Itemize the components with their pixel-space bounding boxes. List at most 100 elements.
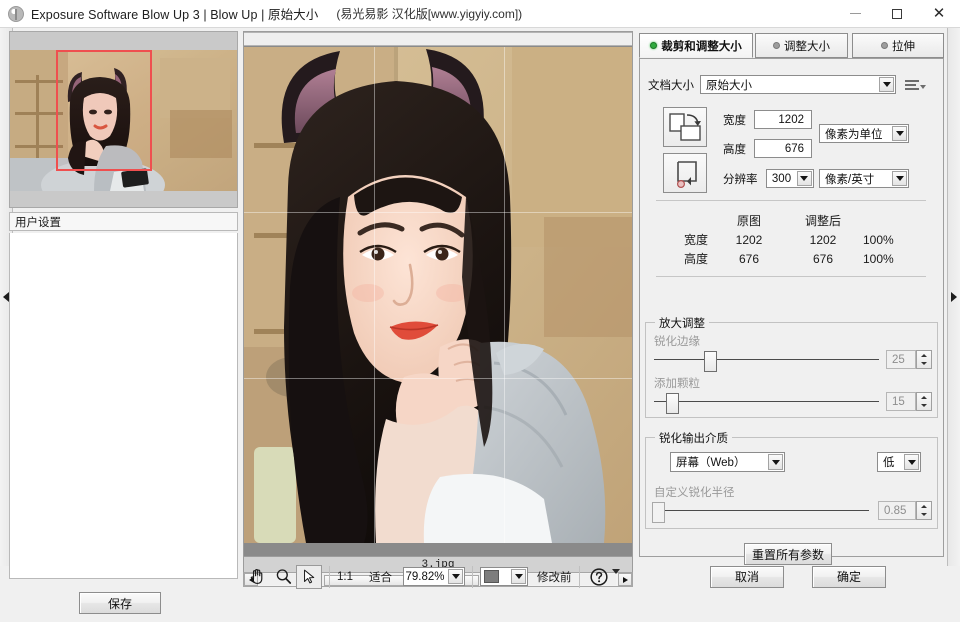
custom-radius-stepper[interactable] <box>916 501 932 520</box>
ok-button[interactable]: 确定 <box>812 565 886 588</box>
stepper-up-button[interactable] <box>917 351 931 360</box>
canvas-top-scrollbar[interactable] <box>244 32 632 46</box>
resolution-row: 分辨率 300 <box>723 169 814 188</box>
divider-1 <box>656 200 926 201</box>
toolbar-divider-3 <box>578 565 580 588</box>
chevron-down-icon[interactable] <box>892 126 907 141</box>
fit-button[interactable]: 适合 <box>369 569 392 585</box>
zoom-tool-button[interactable] <box>270 565 296 589</box>
hand-tool-button[interactable] <box>244 565 270 589</box>
slider-knob[interactable] <box>704 351 717 372</box>
sharpen-amount-combo[interactable]: 低 <box>877 452 921 472</box>
swap-orientation-button[interactable] <box>663 107 707 147</box>
hand-tool-icon <box>250 569 262 585</box>
document-size-menu-button[interactable] <box>905 79 926 90</box>
pointer-tool-button[interactable] <box>296 564 322 589</box>
panel-body: 文档大小 原始大小 宽度 1202 高度 676 像素为单位 分辨率 300 像… <box>639 58 944 565</box>
chevron-down-icon[interactable] <box>904 454 919 470</box>
resolution-unit-value: 像素/英寸 <box>825 173 875 186</box>
resolution-value: 300 <box>771 172 792 185</box>
minimize-button[interactable] <box>834 0 876 28</box>
chevron-down-icon[interactable] <box>796 171 812 186</box>
sharpen-edges-value: 25 <box>892 353 905 366</box>
enlarge-adjust-title: 放大调整 <box>655 315 709 331</box>
crop-guide-vertical-1 <box>374 47 375 543</box>
add-grain-value: 15 <box>892 395 905 408</box>
sharpen-edges-slider[interactable] <box>654 351 879 372</box>
help-button[interactable] <box>587 565 611 589</box>
bottom-toolbar: 1:1 适合 79.82% 修改前 <box>240 559 636 594</box>
save-button[interactable]: 保存 <box>79 592 161 614</box>
one-to-one-button[interactable]: 1:1 <box>337 571 353 583</box>
stepper-down-button[interactable] <box>917 360 931 369</box>
custom-radius-input[interactable]: 0.85 <box>878 501 916 520</box>
cancel-button[interactable]: 取消 <box>710 565 784 588</box>
crop-guide-vertical-2 <box>504 47 505 543</box>
height-label: 高度 <box>723 143 746 156</box>
slider-knob[interactable] <box>652 502 665 523</box>
output-medium-combo[interactable]: 屏幕（Web） <box>670 452 785 472</box>
row-height-percent: 100% <box>863 251 894 266</box>
document-size-combo[interactable]: 原始大小 <box>700 75 896 94</box>
toolbar-divider-2 <box>472 565 473 588</box>
slider-track <box>654 401 879 402</box>
chevron-down-icon[interactable] <box>448 569 463 584</box>
chevron-down-icon[interactable] <box>511 569 526 584</box>
sharpen-edges-input[interactable]: 25 <box>886 350 916 369</box>
height-row: 高度 676 <box>723 139 812 158</box>
tab-crop-and-resize[interactable]: 裁剪和调整大小 <box>639 33 753 58</box>
presets-list[interactable] <box>9 233 238 579</box>
chevron-down-icon[interactable] <box>768 454 783 470</box>
size-unit-combo[interactable]: 像素为单位 <box>819 124 909 143</box>
thumbnail-preview[interactable] <box>9 31 238 208</box>
chevron-down-icon[interactable] <box>879 77 894 92</box>
add-grain-slider[interactable] <box>654 393 879 414</box>
constrain-proportions-button[interactable] <box>663 153 707 193</box>
width-row: 宽度 1202 <box>723 110 812 129</box>
col-resized-header: 调整后 <box>804 214 841 228</box>
slider-track <box>654 510 869 511</box>
panel-tabs: 裁剪和调整大小 调整大小 拉伸 <box>639 33 944 58</box>
tab-stretch-label: 拉伸 <box>892 40 915 53</box>
width-input[interactable]: 1202 <box>754 110 812 129</box>
status-dot-icon <box>773 42 780 49</box>
before-toggle-button[interactable]: 修改前 <box>537 569 572 585</box>
sharpen-edges-label: 锐化边缘 <box>654 336 700 348</box>
toolbar-divider-1 <box>329 565 330 588</box>
height-input[interactable]: 676 <box>754 139 812 158</box>
resolution-combo[interactable]: 300 <box>765 169 814 188</box>
add-grain-stepper[interactable] <box>916 392 932 411</box>
table-row: 宽度 1202 1202 100% <box>656 230 928 249</box>
add-grain-input[interactable]: 15 <box>886 392 916 411</box>
stepper-down-button[interactable] <box>917 402 931 411</box>
background-color-combo[interactable] <box>480 567 528 586</box>
row-height-resized: 676 <box>812 251 834 266</box>
stepper-down-button[interactable] <box>917 511 931 520</box>
status-dot-icon <box>881 42 888 49</box>
presets-header: 用户设置 <box>9 212 238 231</box>
canvas-frame[interactable] <box>243 31 633 557</box>
slider-knob[interactable] <box>666 393 679 414</box>
stepper-up-button[interactable] <box>917 393 931 402</box>
custom-radius-slider[interactable] <box>652 502 869 523</box>
zoom-level-combo[interactable]: 79.82% <box>403 567 465 586</box>
main-image[interactable] <box>244 47 632 543</box>
output-medium-value: 屏幕（Web） <box>676 457 746 469</box>
tab-resize[interactable]: 调整大小 <box>755 33 848 58</box>
left-panel: 用户设置 保存 <box>0 28 240 614</box>
sharpen-edges-stepper[interactable] <box>916 350 932 369</box>
window-title: Exposure Software Blow Up 3 | Blow Up | … <box>31 8 319 22</box>
tab-stretch[interactable]: 拉伸 <box>852 33 944 58</box>
maximize-button[interactable] <box>876 0 918 28</box>
resolution-unit-combo[interactable]: 像素/英寸 <box>819 169 909 188</box>
close-button[interactable]: ✕ <box>918 0 960 28</box>
window-subtitle: (易光易影 汉化版[www.yigyiy.com]) <box>336 7 523 21</box>
stepper-up-button[interactable] <box>917 502 931 511</box>
save-button-row: 保存 <box>0 584 240 622</box>
help-dropdown-arrow[interactable] <box>611 569 620 588</box>
chevron-down-icon[interactable] <box>892 171 907 186</box>
crop-selection-rectangle[interactable] <box>56 50 152 171</box>
right-panel: 裁剪和调整大小 调整大小 拉伸 文档大小 原始大小 宽度 1202 高度 676… <box>636 28 960 594</box>
color-swatch-icon <box>484 570 499 583</box>
sharpen-output-title: 锐化输出介质 <box>655 430 732 446</box>
